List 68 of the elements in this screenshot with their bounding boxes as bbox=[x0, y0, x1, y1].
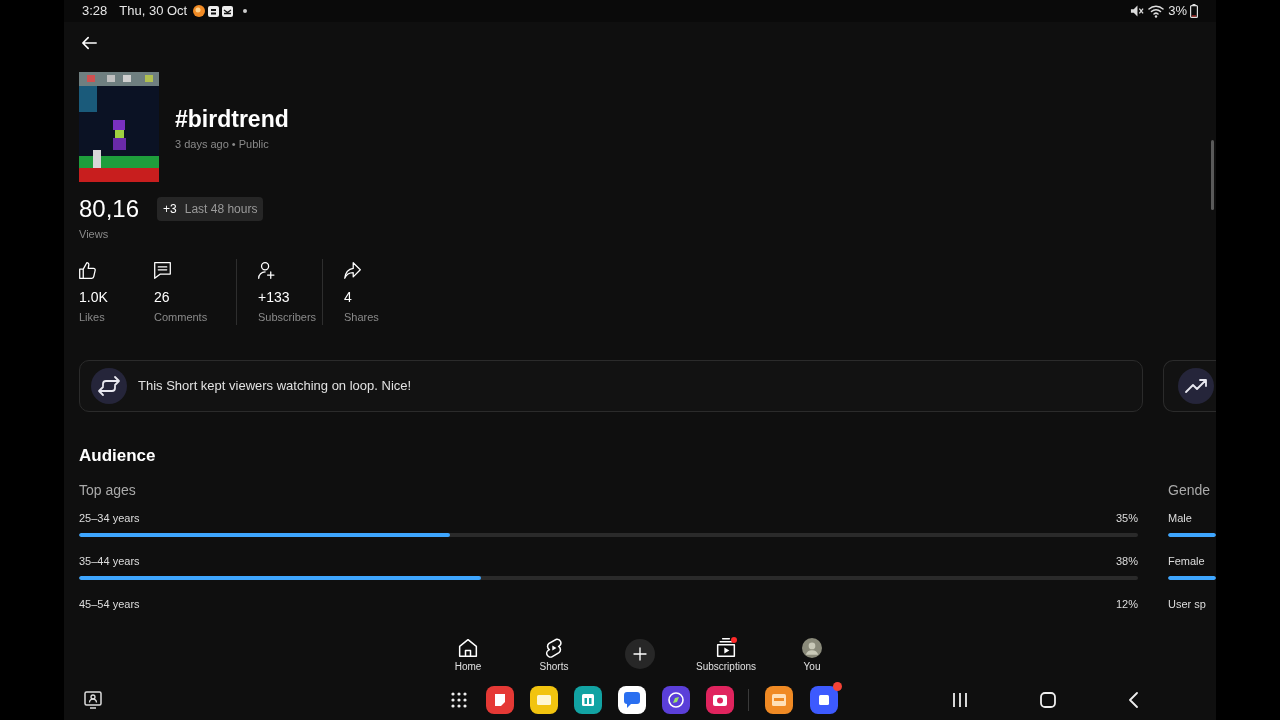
camera-app-icon[interactable] bbox=[706, 686, 734, 714]
status-date: Thu, 30 Oct bbox=[119, 2, 188, 21]
status-time: 3:28 bbox=[82, 2, 108, 21]
stat-value: +133 bbox=[258, 289, 291, 306]
views-count: 80,16 bbox=[79, 195, 140, 223]
mute-icon bbox=[1130, 4, 1145, 18]
trending-up-icon bbox=[1178, 368, 1214, 404]
home-nav-button[interactable]: Home bbox=[454, 635, 482, 673]
video-meta: 3 days ago • Public bbox=[175, 137, 270, 151]
you-nav-button[interactable]: You bbox=[802, 635, 822, 673]
compass-app-icon[interactable] bbox=[662, 686, 690, 714]
wifi-icon bbox=[1148, 4, 1165, 18]
app-notification-icon bbox=[222, 5, 234, 17]
views-label: Views bbox=[79, 227, 110, 241]
stat-label: Likes bbox=[79, 310, 106, 324]
home-button-icon[interactable] bbox=[1040, 692, 1056, 708]
apps-grid-icon[interactable] bbox=[451, 692, 467, 708]
back-icon[interactable] bbox=[1128, 692, 1138, 708]
bar-label: 35–44 years bbox=[79, 555, 140, 568]
more-notifications-icon bbox=[243, 9, 248, 13]
folder-app-icon[interactable] bbox=[530, 686, 558, 714]
person-add-icon bbox=[258, 262, 275, 279]
recent-apps-icon[interactable] bbox=[953, 692, 967, 708]
group-title: Top ages bbox=[79, 481, 137, 499]
scroll-bar bbox=[1211, 140, 1214, 210]
square-app-icon[interactable] bbox=[810, 686, 838, 714]
app-notification-icon bbox=[193, 5, 206, 17]
note-app-icon[interactable] bbox=[486, 686, 514, 714]
stat-label: Subscribers bbox=[258, 310, 318, 324]
insight-text: This Short kept viewers watching on loop. Nice! bbox=[138, 377, 412, 396]
bar-label: 25–34 years bbox=[79, 512, 140, 525]
battery-icon bbox=[1190, 4, 1198, 18]
thumbs-up-icon bbox=[79, 262, 96, 279]
bar-label: Male bbox=[1168, 512, 1192, 525]
views-period: Last 48 hours bbox=[184, 201, 258, 218]
bar-label: Female bbox=[1168, 555, 1205, 568]
slides-app-icon[interactable] bbox=[765, 686, 793, 714]
home-icon bbox=[458, 638, 478, 658]
chat-app-icon[interactable] bbox=[618, 686, 646, 714]
plus-icon bbox=[632, 646, 648, 662]
stat-value: 1.0K bbox=[79, 289, 109, 306]
stat-value: 26 bbox=[154, 289, 171, 306]
shorts-icon bbox=[544, 638, 564, 658]
stat-label: Shares bbox=[344, 310, 380, 324]
calendar-app-icon[interactable] bbox=[574, 686, 602, 714]
bar-value: 35% bbox=[1115, 512, 1138, 525]
bar-label: 45–54 years bbox=[79, 598, 140, 611]
stat-value: 4 bbox=[344, 289, 353, 306]
views-change: +3 bbox=[163, 201, 177, 218]
section-title: Audience bbox=[79, 446, 157, 466]
battery-percent: 3% bbox=[1168, 2, 1187, 21]
comment-icon bbox=[154, 262, 171, 279]
video-title: #birdtrend bbox=[175, 105, 289, 133]
bar-label: User sp bbox=[1168, 598, 1206, 611]
subscriptions-nav-button[interactable]: Subscriptions bbox=[696, 635, 756, 673]
share-arrow-icon bbox=[344, 262, 361, 279]
subscriptions-icon bbox=[716, 638, 736, 658]
screen-icon[interactable] bbox=[84, 691, 102, 709]
bar-value: 12% bbox=[1115, 598, 1138, 611]
stat-label: Comments bbox=[154, 310, 209, 324]
shorts-nav-button[interactable]: Shorts bbox=[539, 635, 569, 673]
app-notification-icon bbox=[208, 5, 220, 17]
loop-icon bbox=[91, 368, 127, 404]
group-title: Gende bbox=[1168, 481, 1212, 499]
avatar-icon bbox=[802, 638, 822, 658]
bar-value: 38% bbox=[1115, 555, 1138, 568]
create-button[interactable] bbox=[625, 639, 655, 669]
back-arrow-icon bbox=[80, 35, 98, 51]
